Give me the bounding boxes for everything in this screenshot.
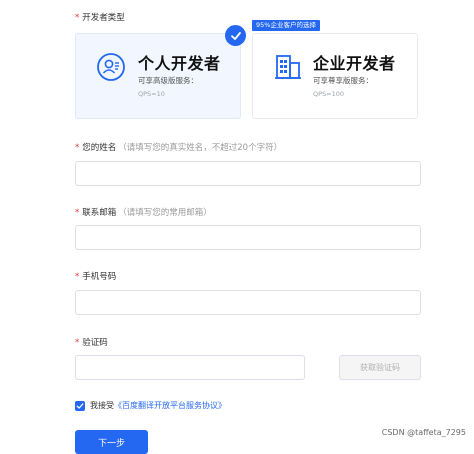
selected-check-icon <box>225 25 246 46</box>
next-step-button[interactable]: 下一步 <box>75 430 148 454</box>
name-label: * 您的姓名 （请填写您的真实姓名，不超过20个字符） <box>75 143 283 153</box>
card-qps: QPS=10 <box>138 90 165 98</box>
card-desc: 可享尊享版服务： <box>313 76 373 85</box>
developer-type-label: * 开发者类型 <box>75 13 125 23</box>
code-input[interactable] <box>75 355 305 380</box>
phone-label: * 手机号码 <box>75 272 117 282</box>
csdn-watermark: CSDN @taffeta_7295 <box>381 428 466 437</box>
code-label: * 验证码 <box>75 338 108 348</box>
card-personal-developer[interactable]: 个人开发者 可享高级版服务： QPS=10 <box>75 33 241 119</box>
card-qps: QPS=100 <box>313 90 345 98</box>
card-desc: 可享高级版服务： <box>138 76 198 85</box>
email-input[interactable] <box>75 225 421 250</box>
name-input[interactable] <box>75 161 421 186</box>
card-enterprise-developer[interactable]: 企业开发者 可享尊享版服务： QPS=100 <box>252 33 418 119</box>
get-code-button[interactable]: 获取验证码 <box>339 355 421 380</box>
email-label: * 联系邮箱 （请填写您的常用邮箱） <box>75 208 212 218</box>
agreement-text: 我接受《百度翻译开放平台服务协议》 <box>90 401 226 410</box>
person-icon <box>97 53 125 81</box>
agreement-link[interactable]: 《百度翻译开放平台服务协议》 <box>114 401 226 410</box>
phone-input[interactable] <box>75 290 421 315</box>
building-icon <box>275 55 301 79</box>
check-icon <box>76 403 84 409</box>
card-title: 企业开发者 <box>313 54 396 73</box>
agreement-checkbox[interactable] <box>75 401 85 411</box>
promo-tag: 95%企业客户的选择 <box>252 20 320 31</box>
card-title: 个人开发者 <box>138 54 221 73</box>
